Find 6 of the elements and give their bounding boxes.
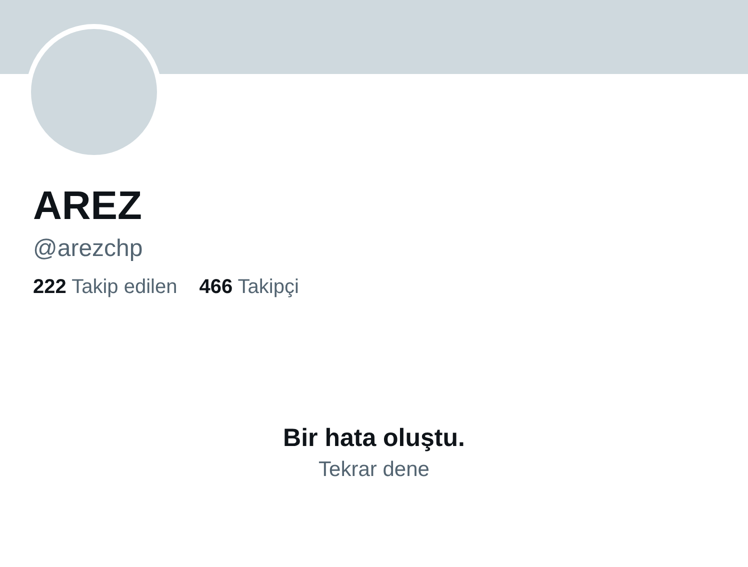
retry-link[interactable]: Tekrar dene [318, 456, 430, 484]
follow-stat-link[interactable]: 466 Takipçi [199, 274, 299, 300]
profile-name: AREZ [33, 183, 143, 230]
profile-handle: @arezchp [33, 234, 144, 264]
follow-stat-link[interactable]: 222 Takip edilen [33, 274, 178, 300]
error-message: Bir hata oluştu. [283, 423, 465, 454]
